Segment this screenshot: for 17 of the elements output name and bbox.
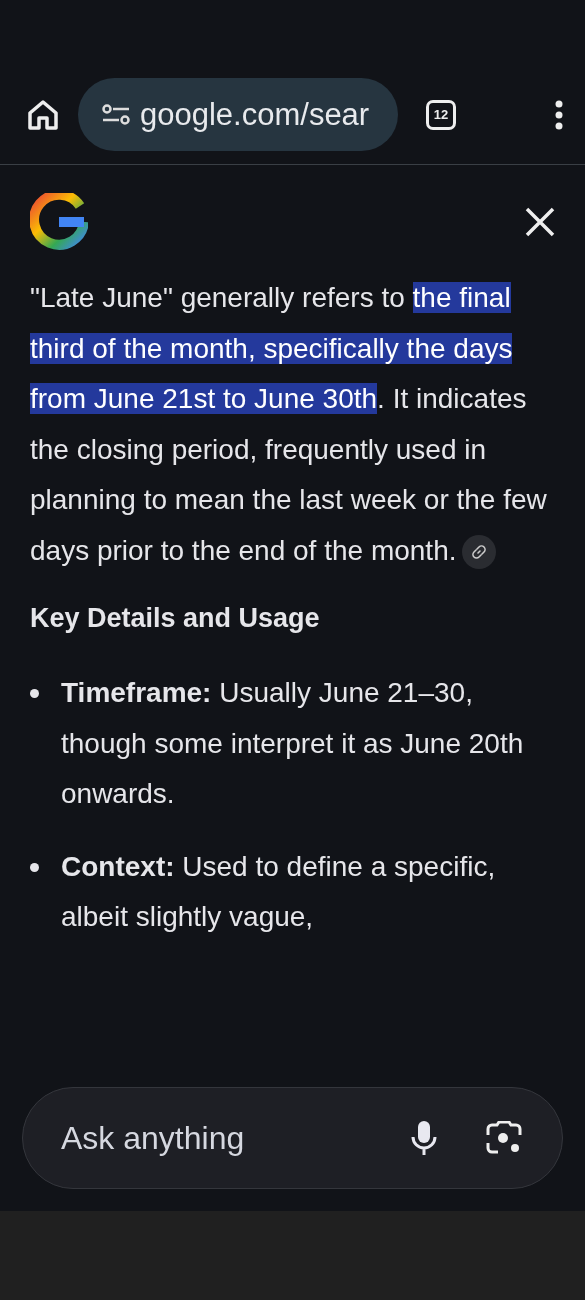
address-bar[interactable]: google.com/sear [78,78,398,151]
answer-text: "Late June" generally refers to the final third of the month, specifically the days from June 21st to June 30th. It indicates the closing period, frequently used in planning to mean the last week or the few days prior to the end of the month. [30,273,555,576]
camera-lens-icon[interactable] [486,1121,522,1155]
home-icon[interactable] [26,98,60,131]
tune-icon[interactable] [102,103,130,126]
bullet-icon [30,689,39,698]
bullet-text: Timeframe: Usually June 21–30, though some interpret it as June 20th onwards. [61,676,525,811]
bullet-text: Context: Used to define a specific, albeit slightly vague, [61,849,497,934]
menu-icon[interactable] [555,99,563,130]
bullet-icon [30,862,39,872]
tab-count-button[interactable]: 12 [426,99,456,130]
ask-field[interactable]: Ask anything [59,1118,410,1158]
section-heading: Key Details and Usage [30,602,321,635]
microphone-icon[interactable] [410,1120,438,1156]
google-logo-icon [30,193,88,251]
close-icon[interactable] [525,207,555,237]
link-icon[interactable] [462,535,497,570]
